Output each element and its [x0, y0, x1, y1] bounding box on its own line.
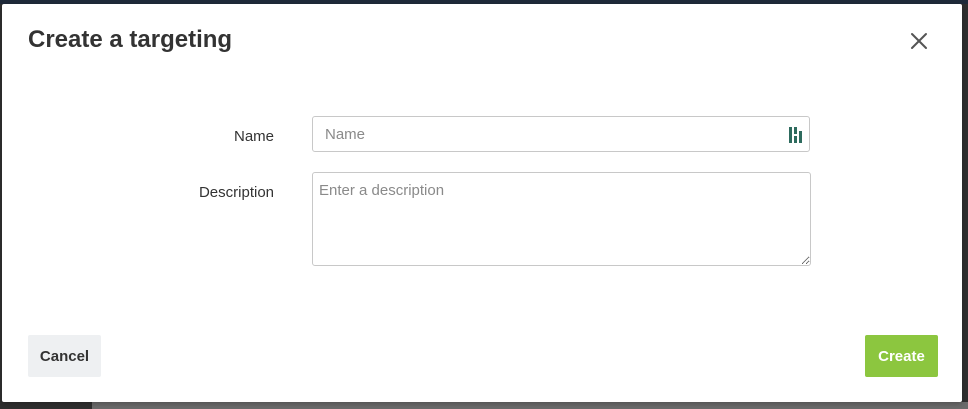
create-targeting-dialog: Create a targeting Name Description Canc…: [2, 4, 962, 402]
close-icon: [911, 33, 927, 49]
password-manager-icon[interactable]: [788, 125, 804, 145]
close-button[interactable]: [906, 28, 932, 54]
name-row: Name: [2, 116, 962, 154]
description-row: Description: [2, 172, 962, 268]
name-input[interactable]: [312, 116, 810, 152]
dialog-title: Create a targeting: [28, 26, 233, 53]
cancel-button[interactable]: Cancel: [28, 335, 101, 377]
backdrop-bottom-edge: [92, 402, 968, 409]
create-button[interactable]: Create: [865, 335, 938, 377]
name-label: Name: [233, 128, 274, 145]
description-label: Description: [198, 184, 274, 201]
description-textarea[interactable]: [312, 172, 811, 266]
